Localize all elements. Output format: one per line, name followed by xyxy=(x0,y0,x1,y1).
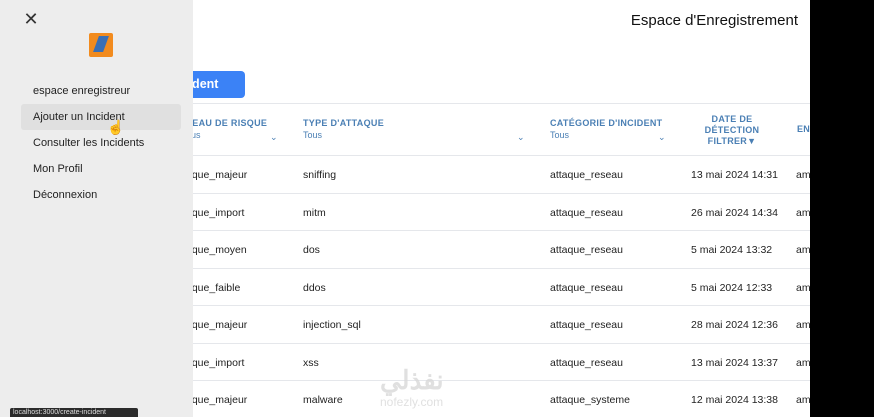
column-incident-category[interactable]: CATÉGORIE D'INCIDENT Tous xyxy=(550,118,662,140)
table-cell: 5 mai 2024 12:33 xyxy=(691,281,773,294)
table-header: VEAU DE RISQUE ous ⌄ TYPE D'ATTAQUE Tous… xyxy=(150,103,810,155)
status-bar-url: localhost:3000/create-incident xyxy=(10,408,138,417)
column-attack-type[interactable]: TYPE D'ATTAQUE Tous xyxy=(303,118,384,140)
table-cell: dos xyxy=(303,244,320,256)
menu-item[interactable]: Déconnexion xyxy=(21,182,181,208)
table-cell: aque_majeur xyxy=(186,169,248,181)
table-row[interactable]: aque_import mitm attaque_reseau 26 mai 2024… xyxy=(150,192,811,231)
table-cell: attaque_reseau xyxy=(550,356,623,369)
mouse-cursor-icon: ☝ xyxy=(107,119,125,135)
table-cell: am xyxy=(796,281,811,294)
incidents-table: VEAU DE RISQUE ous ⌄ TYPE D'ATTAQUE Tous… xyxy=(150,103,811,417)
app-logo xyxy=(86,26,116,62)
watermark-url: nofezly.com xyxy=(380,395,444,409)
table-cell: aque_majeur xyxy=(186,319,248,331)
table-cell: attaque_reseau xyxy=(550,169,623,181)
table-row[interactable]: aque_majeur injection_sql attaque_reseau 28… xyxy=(150,305,811,343)
table-body: aque_majeur sniffing attaque_reseau 13 mai … xyxy=(150,155,811,417)
table-cell: sniffing xyxy=(303,169,337,181)
table-cell: mitm xyxy=(303,206,326,219)
table-cell: 12 mai 2024 13:38 xyxy=(691,394,778,406)
table-cell: attaque_reseau xyxy=(550,319,623,331)
table-cell: 13 mai 2024 13:37 xyxy=(691,356,778,369)
table-row[interactable]: aque_majeur malware attaque_systeme 12 mai … xyxy=(150,380,811,417)
table-cell: attaque_systeme xyxy=(550,394,630,406)
table-cell: am xyxy=(796,169,811,181)
table-row[interactable]: aque_majeur sniffing attaque_reseau 13 mai … xyxy=(150,155,811,193)
menu-item[interactable]: Mon Profil xyxy=(21,156,181,182)
menu-item[interactable]: Ajouter un Incident xyxy=(21,104,181,130)
table-cell: am xyxy=(796,356,811,369)
table-row[interactable]: aque_faible ddos attaque_reseau 5 mai 2024 … xyxy=(150,267,811,306)
table-cell: 5 mai 2024 13:32 xyxy=(691,244,773,256)
table-cell: aque_moyen xyxy=(186,244,247,256)
table-cell: am xyxy=(796,244,811,256)
menu-item[interactable]: espace enregistreur xyxy=(21,78,181,104)
column-detection-date[interactable]: DATE DE DÉTECTION FILTRER▼ xyxy=(698,114,766,147)
table-cell: ddos xyxy=(303,281,326,294)
table-cell: 13 mai 2024 14:31 xyxy=(691,169,778,181)
table-row[interactable]: aque_moyen dos attaque_reseau 5 mai 2024 13… xyxy=(150,230,811,268)
table-cell: aque_faible xyxy=(186,281,241,294)
chevron-down-icon[interactable]: ⌄ xyxy=(658,132,666,143)
menu-item[interactable]: Consulter les Incidents xyxy=(21,130,181,156)
table-cell: 26 mai 2024 14:34 xyxy=(691,206,778,219)
table-cell: xss xyxy=(303,356,319,369)
watermark-logo: نفذلي xyxy=(380,365,444,395)
table-cell: attaque_reseau xyxy=(550,244,623,256)
risk-filter[interactable]: ous xyxy=(186,130,276,140)
table-cell: attaque_reseau xyxy=(550,281,623,294)
table-cell: am xyxy=(796,319,811,331)
table-cell: am xyxy=(796,206,811,219)
attack-type-filter[interactable]: Tous xyxy=(303,130,384,140)
chevron-down-icon[interactable]: ⌄ xyxy=(517,132,525,143)
table-cell: 28 mai 2024 12:36 xyxy=(691,319,778,331)
page-header-title: Espace d'Enregistrement xyxy=(630,12,798,29)
table-cell: injection_sql xyxy=(303,319,361,331)
navigation-drawer: ✕ espace enregistreur Ajouter un Incident… xyxy=(0,0,193,417)
close-icon[interactable]: ✕ xyxy=(22,10,40,28)
table-row[interactable]: aque_import xss attaque_reseau 13 mai 2024 … xyxy=(150,342,811,381)
category-filter[interactable]: Tous xyxy=(550,130,662,140)
chevron-down-icon[interactable]: ⌄ xyxy=(270,132,278,143)
table-cell: aque_majeur xyxy=(186,394,248,406)
window-gutter xyxy=(810,0,874,417)
table-cell: malware xyxy=(303,394,343,406)
table-cell: attaque_reseau xyxy=(550,206,623,219)
table-cell: am xyxy=(796,394,811,406)
table-cell: aque_import xyxy=(186,206,245,219)
table-cell: aque_import xyxy=(186,356,245,369)
column-extra: EN xyxy=(797,124,811,134)
drawer-menu: espace enregistreur Ajouter un Incident Co… xyxy=(21,78,181,208)
column-risk-level[interactable]: VEAU DE RISQUE ous xyxy=(186,118,276,140)
